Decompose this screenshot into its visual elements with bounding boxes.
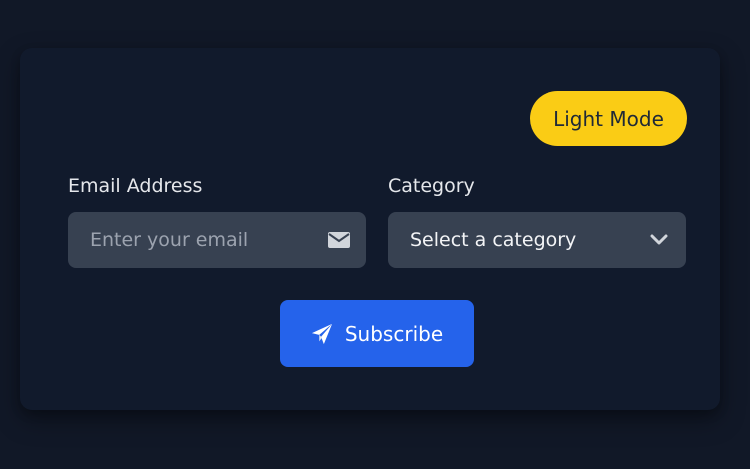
category-label: Category bbox=[388, 175, 475, 197]
light-mode-toggle[interactable]: Light Mode bbox=[530, 91, 687, 146]
light-mode-label: Light Mode bbox=[553, 106, 664, 131]
category-select[interactable]: Select a category bbox=[388, 212, 686, 268]
envelope-icon bbox=[328, 232, 350, 248]
email-field-wrapper bbox=[68, 212, 366, 268]
category-select-value: Select a category bbox=[410, 229, 577, 251]
email-label: Email Address bbox=[68, 175, 203, 197]
subscribe-button[interactable]: Subscribe bbox=[280, 300, 474, 367]
subscribe-label: Subscribe bbox=[344, 321, 444, 346]
chevron-down-icon bbox=[650, 234, 668, 245]
paper-plane-icon bbox=[311, 323, 332, 344]
email-input[interactable] bbox=[68, 212, 366, 268]
